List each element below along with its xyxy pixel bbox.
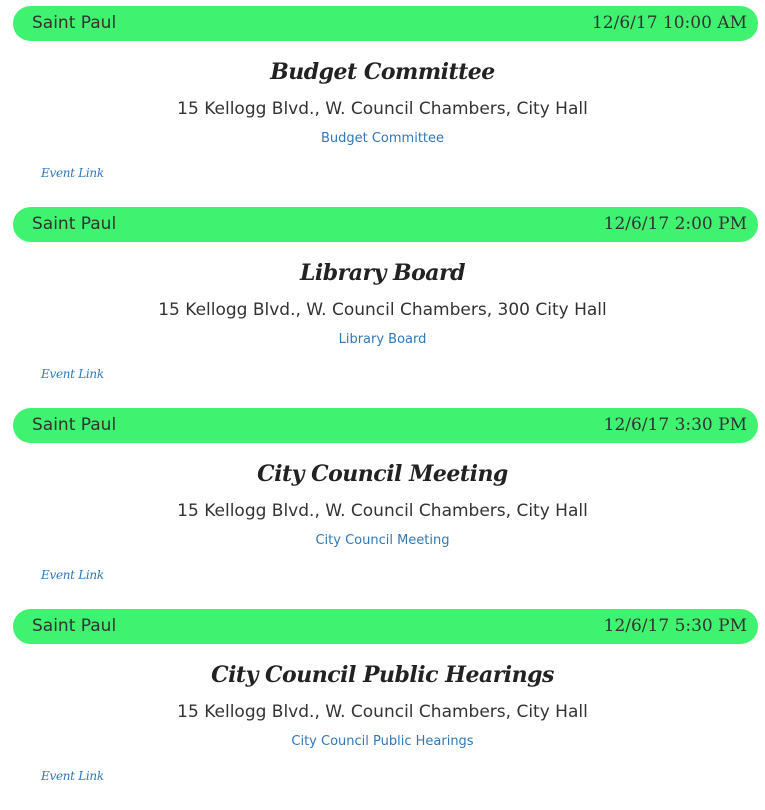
event-link[interactable]: Event Link bbox=[41, 164, 104, 182]
event-datetime: 12/6/17 5:30 PM bbox=[603, 616, 747, 636]
event-title: Budget Committee bbox=[270, 59, 495, 85]
event-name-row: City Council Public Hearings bbox=[0, 733, 765, 751]
event-item: Saint Paul 12/6/17 2:00 PM Library Board… bbox=[0, 201, 765, 402]
event-link[interactable]: Event Link bbox=[41, 365, 104, 383]
event-name-link[interactable]: City Council Public Hearings bbox=[291, 734, 473, 749]
event-title: Library Board bbox=[299, 260, 466, 286]
event-link[interactable]: Event Link bbox=[41, 767, 104, 785]
event-city: Saint Paul bbox=[32, 616, 117, 636]
event-item: Saint Paul 12/6/17 10:00 AM Budget Commi… bbox=[0, 0, 765, 201]
event-title: City Council Meeting bbox=[257, 461, 508, 487]
event-address: 15 Kellogg Blvd., W. Council Chambers, C… bbox=[177, 501, 588, 521]
event-name-link[interactable]: Library Board bbox=[339, 332, 427, 347]
event-link[interactable]: Event Link bbox=[41, 566, 104, 584]
event-item: Saint Paul 12/6/17 3:30 PM City Council … bbox=[0, 402, 765, 603]
event-header-bar: Saint Paul 12/6/17 3:30 PM bbox=[13, 408, 758, 443]
event-header-bar: Saint Paul 12/6/17 5:30 PM bbox=[13, 609, 758, 644]
event-name-row: Budget Committee bbox=[0, 130, 765, 148]
event-address: 15 Kellogg Blvd., W. Council Chambers, C… bbox=[177, 99, 588, 119]
event-name-row: City Council Meeting bbox=[0, 532, 765, 550]
event-item: Saint Paul 12/6/17 5:30 PM City Council … bbox=[0, 603, 765, 804]
event-name-link[interactable]: Budget Committee bbox=[321, 131, 444, 146]
event-datetime: 12/6/17 3:30 PM bbox=[603, 415, 747, 435]
event-city: Saint Paul bbox=[32, 13, 117, 33]
event-title: City Council Public Hearings bbox=[211, 662, 554, 688]
event-datetime: 12/6/17 10:00 AM bbox=[591, 13, 747, 33]
event-name-link[interactable]: City Council Meeting bbox=[315, 533, 449, 548]
event-address: 15 Kellogg Blvd., W. Council Chambers, 3… bbox=[158, 300, 607, 320]
event-city: Saint Paul bbox=[32, 214, 117, 234]
event-name-row: Library Board bbox=[0, 331, 765, 349]
event-address: 15 Kellogg Blvd., W. Council Chambers, C… bbox=[177, 702, 588, 722]
event-header-bar: Saint Paul 12/6/17 2:00 PM bbox=[13, 207, 758, 242]
event-list: Saint Paul 12/6/17 10:00 AM Budget Commi… bbox=[0, 0, 765, 804]
event-header-bar: Saint Paul 12/6/17 10:00 AM bbox=[13, 6, 758, 41]
event-city: Saint Paul bbox=[32, 415, 117, 435]
event-datetime: 12/6/17 2:00 PM bbox=[603, 214, 747, 234]
